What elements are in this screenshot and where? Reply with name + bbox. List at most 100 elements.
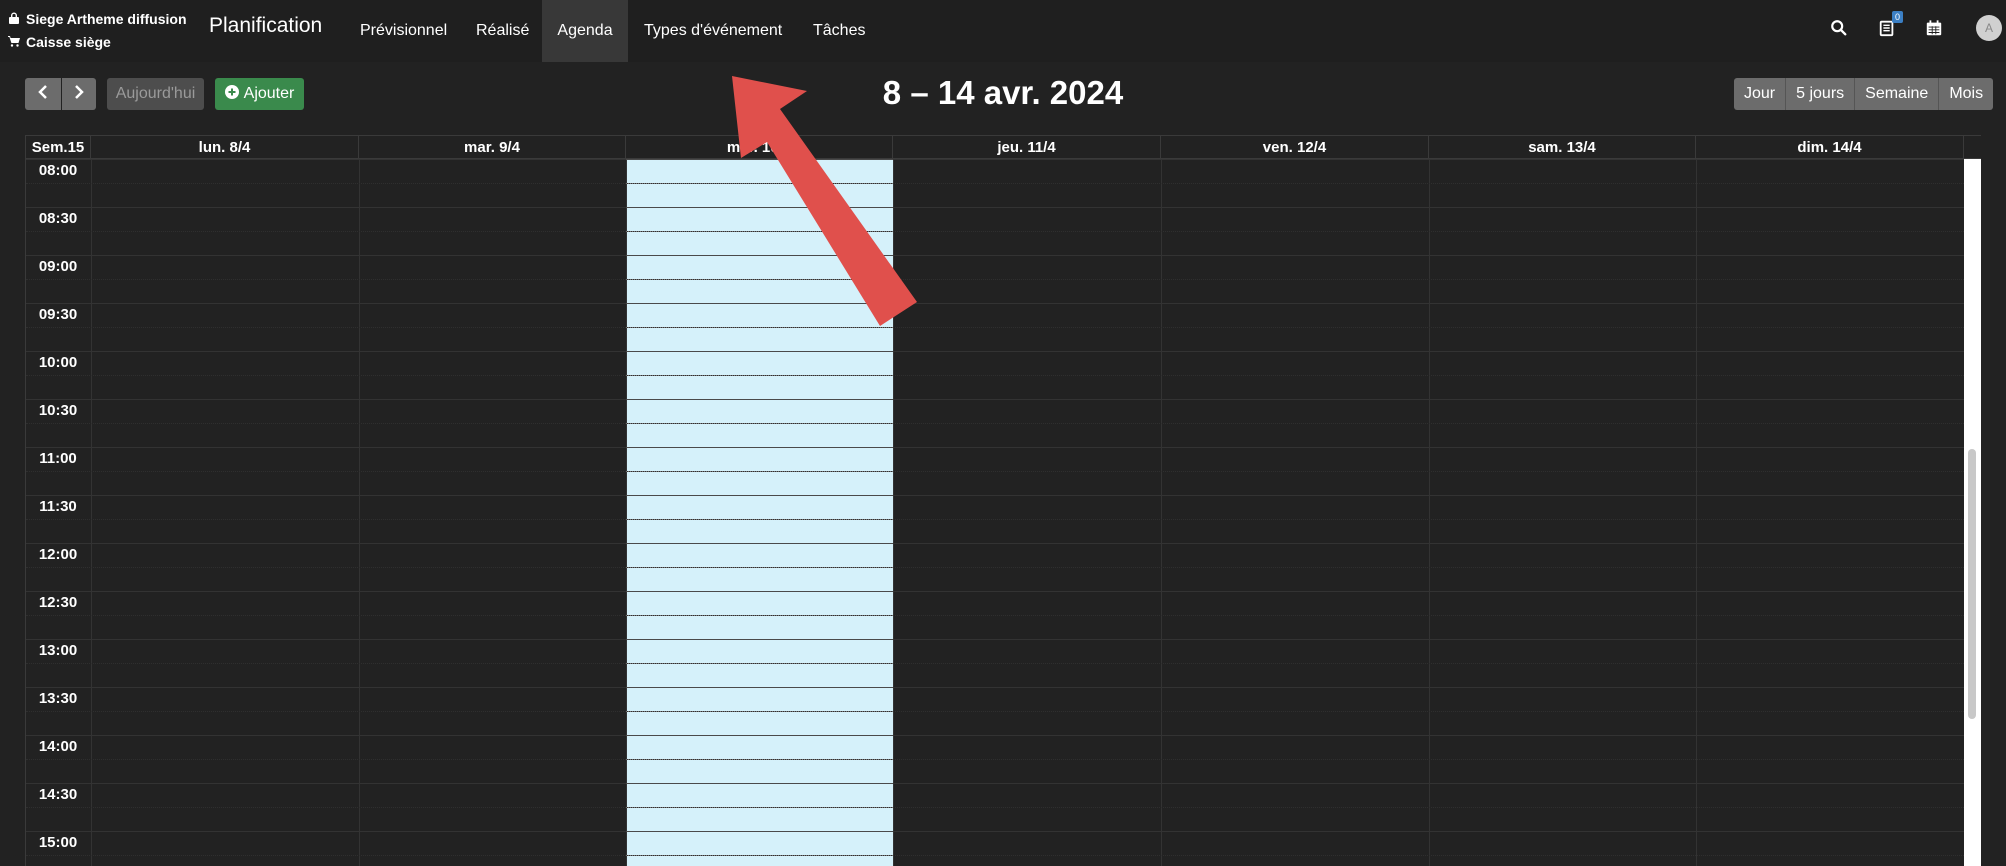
time-label: 09:30 — [38, 306, 78, 323]
register-selector[interactable]: Caisse siège — [8, 34, 111, 50]
nav-realise[interactable]: Réalisé — [460, 0, 545, 62]
today-slot-line — [626, 639, 893, 640]
slot-line — [26, 807, 1964, 808]
today-slot-line — [626, 231, 893, 232]
view-5days-button[interactable]: 5 jours — [1786, 78, 1856, 110]
today-slot-line — [626, 183, 893, 184]
today-slot-line — [626, 807, 893, 808]
view-week-button[interactable]: Semaine — [1855, 78, 1940, 110]
time-label: 12:00 — [38, 546, 78, 563]
day-header[interactable]: jeu. 11/4 — [893, 136, 1161, 159]
register-label: Caisse siège — [26, 34, 111, 50]
today-slot-line — [626, 519, 893, 520]
slot-line — [26, 159, 1964, 160]
today-slot-line — [626, 567, 893, 568]
slot-line — [26, 303, 1964, 304]
time-label: 14:00 — [38, 738, 78, 755]
today-slot-line — [626, 831, 893, 832]
time-label: 11:30 — [39, 498, 77, 515]
nav-agenda[interactable]: Agenda — [542, 0, 628, 62]
slot-line — [26, 399, 1964, 400]
today-slot-line — [626, 591, 893, 592]
today-slot-line — [626, 423, 893, 424]
cart-icon — [8, 34, 20, 50]
top-navbar: Siege Artheme diffusion Caisse siège Pla… — [0, 0, 2006, 62]
slot-line — [26, 519, 1964, 520]
calendar-icon[interactable] — [1924, 18, 1944, 38]
day-header-row: Sem.15 lun. 8/4 mar. 9/4 mer. 10/4 jeu. … — [26, 135, 1981, 159]
scrollbar[interactable] — [1964, 159, 1981, 866]
time-label: 10:00 — [38, 354, 78, 371]
slot-line — [26, 639, 1964, 640]
today-slot-line — [626, 759, 893, 760]
slot-line — [26, 615, 1964, 616]
time-label: 11:00 — [39, 450, 77, 467]
day-header[interactable]: mer. 10/4 — [626, 136, 893, 159]
today-slot-line — [626, 711, 893, 712]
time-label: 08:00 — [38, 162, 78, 179]
week-number: Sem.15 — [26, 136, 91, 159]
slot-line — [26, 855, 1964, 856]
view-day-button[interactable]: Jour — [1734, 78, 1787, 110]
today-slot-line — [626, 255, 893, 256]
slot-line — [26, 783, 1964, 784]
time-grid[interactable]: 08:00 08:30 09:00 09:30 10:00 10:30 11:00 11:30… — [26, 159, 1964, 866]
slot-line — [26, 279, 1964, 280]
today-slot-line — [626, 783, 893, 784]
avatar[interactable]: A — [1976, 15, 2002, 41]
time-label: 10:30 — [38, 402, 78, 419]
slot-line — [26, 423, 1964, 424]
nav-taches[interactable]: Tâches — [797, 0, 881, 62]
today-slot-line — [626, 495, 893, 496]
slot-line — [26, 327, 1964, 328]
today-slot-line — [626, 471, 893, 472]
nav-types-evenement[interactable]: Types d'événement — [628, 0, 798, 62]
slot-line — [26, 351, 1964, 352]
slot-line — [26, 207, 1964, 208]
location-label: Siege Artheme diffusion — [26, 11, 187, 27]
scrollbar-thumb[interactable] — [1968, 449, 1976, 719]
time-label: 14:30 — [38, 786, 78, 803]
time-label: 13:00 — [38, 642, 78, 659]
today-slot-line — [626, 543, 893, 544]
slot-line — [26, 711, 1964, 712]
today-slot-line — [626, 159, 893, 160]
notification-badge: 0 — [1892, 11, 1904, 23]
day-header[interactable]: mar. 9/4 — [359, 136, 626, 159]
day-header[interactable]: ven. 12/4 — [1161, 136, 1429, 159]
slot-line — [26, 495, 1964, 496]
day-header[interactable]: sam. 13/4 — [1429, 136, 1696, 159]
date-range-title: 8 – 14 avr. 2024 — [882, 74, 1124, 111]
day-header[interactable]: lun. 8/4 — [91, 136, 359, 159]
slot-line — [26, 447, 1964, 448]
slot-line — [26, 567, 1964, 568]
time-label: 12:30 — [38, 594, 78, 611]
today-slot-line — [626, 855, 893, 856]
today-slot-line — [626, 687, 893, 688]
slot-line — [26, 231, 1964, 232]
today-slot-line — [626, 663, 893, 664]
location-selector[interactable]: Siege Artheme diffusion — [8, 11, 187, 27]
day-header[interactable]: dim. 14/4 — [1696, 136, 1964, 159]
today-slot-line — [626, 303, 893, 304]
slot-line — [26, 591, 1964, 592]
time-label: 08:30 — [38, 210, 78, 227]
time-label: 15:00 — [38, 834, 78, 851]
slot-line — [26, 735, 1964, 736]
time-label: 13:30 — [38, 690, 78, 707]
today-slot-line — [626, 399, 893, 400]
today-slot-line — [626, 375, 893, 376]
slot-line — [26, 543, 1964, 544]
slot-line — [26, 759, 1964, 760]
today-slot-line — [626, 327, 893, 328]
view-switcher: Jour 5 jours Semaine Mois — [1734, 78, 1994, 110]
view-month-button[interactable]: Mois — [1939, 78, 1994, 110]
today-slot-line — [626, 279, 893, 280]
nav-previsionnel[interactable]: Prévisionnel — [344, 0, 463, 62]
app-brand[interactable]: Planification — [209, 14, 322, 38]
today-slot-line — [626, 447, 893, 448]
search-icon[interactable] — [1829, 18, 1849, 38]
lock-icon — [8, 11, 20, 27]
slot-line — [26, 255, 1964, 256]
today-slot-line — [626, 351, 893, 352]
